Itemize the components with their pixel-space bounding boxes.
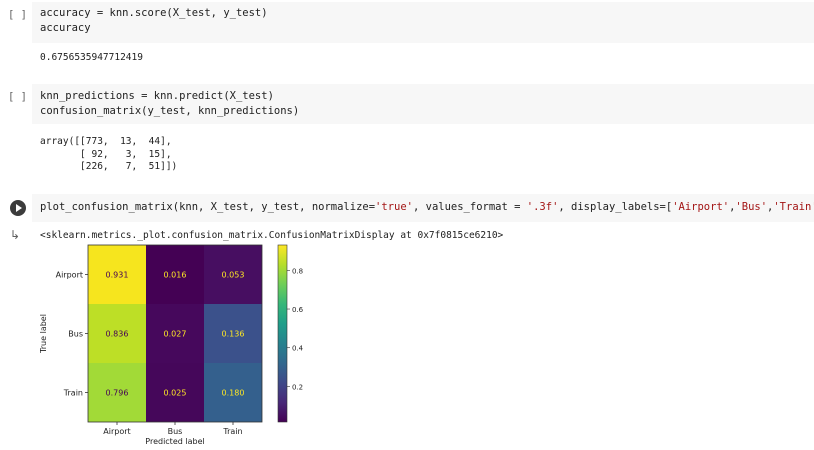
- output-line: [ 92, 3, 15],: [40, 148, 172, 160]
- y-tick-label: Airport: [56, 271, 83, 280]
- code-string: 'Bus': [735, 201, 768, 213]
- cell-value-label: 0.931: [106, 271, 129, 280]
- cell-value-label: 0.796: [106, 389, 129, 398]
- cell-value-label: 0.136: [222, 330, 245, 339]
- colorbar-gradient: [277, 244, 288, 423]
- code-string: 'true': [375, 201, 413, 213]
- code-line: confusion_matrix(y_test, knn_predictions…: [40, 105, 300, 117]
- x-tick-label: Bus: [168, 427, 183, 436]
- x-tick-label: Airport: [103, 427, 130, 436]
- y-tick-label: Bus: [68, 330, 83, 339]
- heatmap-cells: 0.931 0.016 0.053 0.836 0.027 0.136 0.796 0.025…: [39, 244, 263, 446]
- cell-value-label: 0.027: [164, 330, 187, 339]
- x-tick-label: Train: [222, 427, 242, 436]
- colorbar: 0.8 0.6 0.4 0.2: [277, 244, 304, 423]
- code-cell-accuracy: [ ] accuracy = knn.score(X_test, y_test)…: [0, 0, 814, 75]
- code-string: '.3f': [526, 201, 559, 213]
- cell-run-gutter[interactable]: [ ]: [8, 9, 27, 21]
- cell-output: 0.6756535947712419: [40, 52, 143, 65]
- output-arrow-icon: ↳: [10, 228, 21, 242]
- x-axis-label: Predicted label: [145, 437, 204, 446]
- cell-code[interactable]: plot_confusion_matrix(knn, X_test, y_tes…: [40, 200, 814, 215]
- code-line: knn_predictions = knn.predict(X_test): [40, 90, 274, 102]
- cell-output: array([[773, 13, 44], [ 92, 3, 15], [226…: [40, 136, 177, 174]
- cell-run-gutter[interactable]: [ ]: [8, 91, 27, 103]
- cell-value-label: 0.016: [164, 271, 187, 280]
- code-cell-confusion-matrix: [ ] knn_predictions = knn.predict(X_test…: [0, 82, 814, 182]
- colorbar-tick-label: 0.4: [292, 345, 304, 353]
- code-text: , values_format =: [412, 201, 527, 213]
- code-string: 'Airport': [672, 201, 730, 213]
- code-text: plot_confusion_matrix(knn, X_test, y_tes…: [40, 201, 376, 213]
- confusion-matrix-plot: 0.931 0.016 0.053 0.836 0.027 0.136 0.796 0.025…: [39, 244, 304, 446]
- cell-value-label: 0.053: [222, 271, 245, 280]
- code-text: , display_labels=[: [558, 201, 673, 213]
- y-tick-label: Train: [63, 389, 83, 398]
- code-line: accuracy: [40, 22, 91, 34]
- colorbar-tick-label: 0.8: [292, 267, 303, 275]
- y-axis-label: True label: [39, 314, 48, 354]
- cell-value-label: 0.025: [164, 389, 187, 398]
- cell-value-label: 0.180: [222, 389, 245, 398]
- cell-code[interactable]: accuracy = knn.score(X_test, y_test)accu…: [40, 6, 268, 36]
- code-cell-plot-confusion-matrix: plot_confusion_matrix(knn, X_test, y_tes…: [0, 192, 814, 450]
- code-line: accuracy = knn.score(X_test, y_test): [40, 7, 268, 19]
- output-line: 0.6756535947712419: [40, 52, 143, 63]
- code-string: 'Train': [773, 201, 814, 213]
- run-cell-button[interactable]: [10, 200, 26, 216]
- output-line: [226, 7, 51]]): [40, 161, 178, 172]
- cell-value-label: 0.836: [106, 330, 129, 339]
- cell-code[interactable]: knn_predictions = knn.predict(X_test)con…: [40, 89, 299, 119]
- output-line: array([[773, 13, 44],: [40, 136, 172, 147]
- colorbar-tick-label: 0.6: [292, 306, 304, 314]
- colorbar-tick-label: 0.2: [292, 383, 303, 391]
